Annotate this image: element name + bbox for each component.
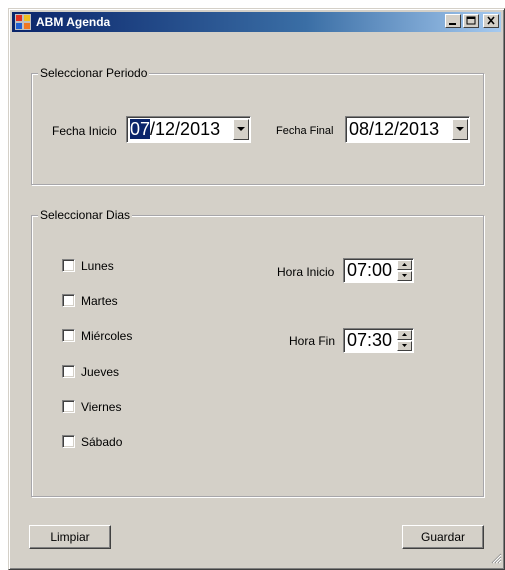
- checkbox-box[interactable]: [62, 400, 75, 413]
- checkbox-label: Jueves: [81, 365, 120, 379]
- hora-inicio-label: Hora Inicio: [277, 265, 335, 279]
- app-icon: [15, 14, 31, 30]
- title-bar[interactable]: ABM Agenda: [12, 12, 501, 32]
- hora-inicio-spin-buttons: [397, 260, 412, 281]
- spin-up-button[interactable]: [397, 330, 412, 340]
- fecha-final-dropdown-button[interactable]: [452, 119, 468, 140]
- minimize-button[interactable]: [445, 14, 461, 28]
- chevron-down-icon: [456, 127, 464, 131]
- checkbox-label: Viernes: [81, 400, 122, 414]
- arrow-up-icon: [402, 263, 407, 266]
- guardar-button[interactable]: Guardar: [402, 525, 484, 549]
- checkbox-box[interactable]: [62, 365, 75, 378]
- spin-up-button[interactable]: [397, 260, 412, 270]
- periodo-group: Seleccionar Periodo Fecha Inicio 07/12/2…: [31, 66, 484, 185]
- hora-fin-label: Hora Fin: [289, 334, 336, 348]
- checkbox-box[interactable]: [62, 259, 75, 272]
- checkbox-label: Lunes: [81, 259, 114, 273]
- fecha-inicio-value[interactable]: 07/12/2013: [130, 118, 220, 141]
- window-title: ABM Agenda: [36, 15, 111, 29]
- checkbox-box[interactable]: [62, 329, 75, 342]
- maximize-button[interactable]: [463, 14, 479, 28]
- arrow-up-icon: [402, 333, 407, 336]
- window-controls: [445, 14, 499, 28]
- chevron-down-icon: [237, 127, 245, 131]
- close-icon: [487, 16, 495, 25]
- periodo-legend: Seleccionar Periodo: [38, 66, 150, 80]
- spin-down-button[interactable]: [397, 271, 412, 281]
- fecha-inicio-picker[interactable]: 07/12/2013: [126, 116, 251, 143]
- fecha-inicio-label: Fecha Inicio: [52, 124, 117, 138]
- checkbox-label: Sábado: [81, 435, 123, 449]
- hora-inicio-value[interactable]: 07:00: [347, 259, 392, 281]
- limpiar-button[interactable]: Limpiar: [29, 525, 111, 549]
- close-button[interactable]: [483, 14, 499, 28]
- fecha-final-picker[interactable]: 08/12/2013: [345, 116, 470, 143]
- arrow-down-icon: [402, 274, 407, 277]
- checkbox-label: Miércoles: [81, 329, 133, 343]
- dias-group: Seleccionar Dias Lunes Martes Miércoles …: [31, 208, 484, 497]
- fecha-final-label: Fecha Final: [276, 125, 334, 137]
- dias-legend: Seleccionar Dias: [38, 208, 133, 222]
- hora-fin-value[interactable]: 07:30: [347, 329, 392, 351]
- fecha-inicio-dropdown-button[interactable]: [233, 119, 249, 140]
- hora-fin-spin-buttons: [397, 330, 412, 351]
- checkbox-box[interactable]: [62, 435, 75, 448]
- minimize-icon: [449, 23, 456, 25]
- spin-down-button[interactable]: [397, 341, 412, 351]
- hora-inicio-spinner[interactable]: 07:00: [343, 258, 414, 283]
- hora-fin-spinner[interactable]: 07:30: [343, 328, 414, 353]
- maximize-icon: [466, 16, 476, 25]
- arrow-down-icon: [402, 344, 407, 347]
- resize-grip-icon[interactable]: [490, 552, 502, 567]
- app-window: ABM Agenda Seleccionar Periodo Fecha Ini…: [8, 8, 505, 570]
- checkbox-box[interactable]: [62, 294, 75, 307]
- fecha-final-value[interactable]: 08/12/2013: [349, 118, 439, 141]
- checkbox-label: Martes: [81, 294, 118, 308]
